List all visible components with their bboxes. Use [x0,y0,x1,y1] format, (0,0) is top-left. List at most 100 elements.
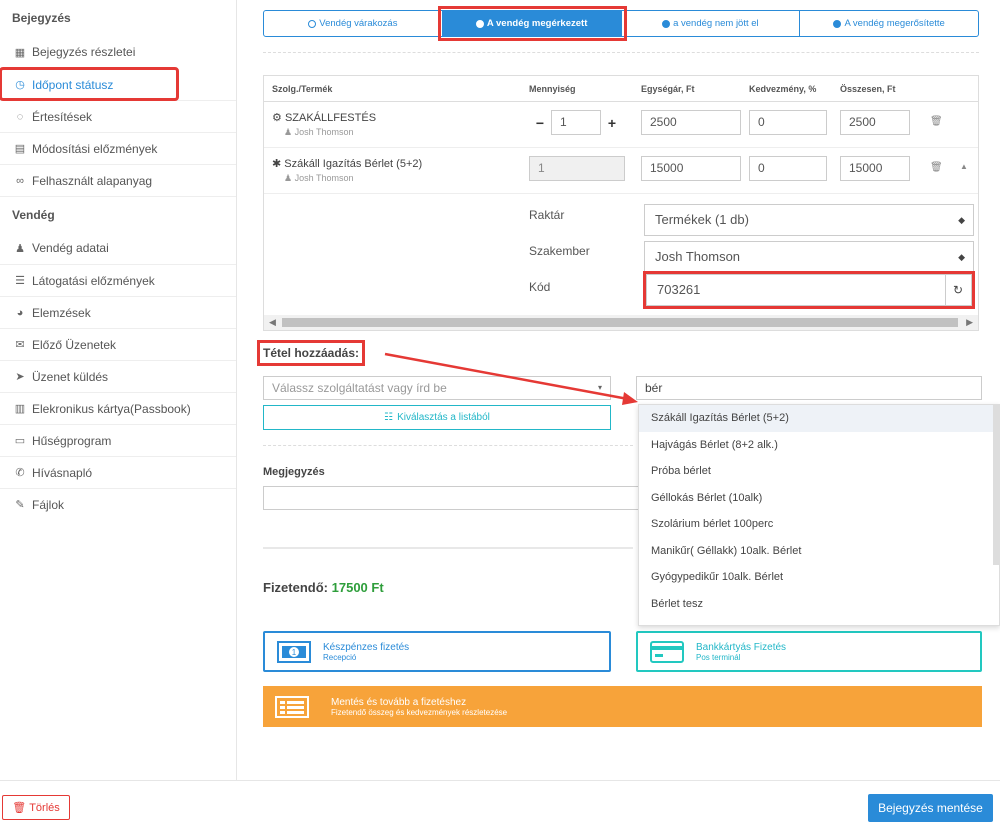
comments-icon: ◌ [16,110,24,123]
sidebar-item-notifications[interactable]: ◌ Értesítések [0,100,236,132]
file-icon: ▤ [14,143,26,155]
dropdown-option[interactable]: Próba bérlet [639,458,999,485]
quantity-input[interactable]: 1 [551,110,601,135]
specialist-label: Szakember [529,244,590,258]
col-total: Összesen, Ft [840,83,896,94]
dropdown-option[interactable]: Géllokás Bérlet (10alk) [639,485,999,512]
collapse-icon[interactable]: ▲ [960,162,968,171]
clock-icon [308,19,317,28]
dropdown-option[interactable]: Hajvágás Bérlet (8+2 alk.) [639,432,999,459]
sidebar-item-previous-messages[interactable]: ✉ Előző Üzenetek [0,328,236,360]
divider [263,547,633,549]
sidebar-item-appointment-status[interactable]: ◷ Időpont státusz [0,67,179,101]
divider [263,445,633,446]
envelope-icon: ✉ [15,339,25,351]
service-select[interactable]: Válassz szolgáltatást vagy írd be ▾ [263,376,611,400]
warehouse-label: Raktár [529,208,565,222]
credit-card-icon [650,640,684,663]
save-and-pay-button[interactable]: Mentés és tovább a fizetéshez Fizetendő … [263,686,982,727]
note-input[interactable] [263,486,643,510]
horizontal-scrollbar[interactable]: ◀ ▶ [264,315,978,330]
cash-title: Készpénzes fizetés [323,641,410,653]
total-input[interactable]: 2500 [840,110,910,135]
sidebar-item-label: Felhasznált alapanyag [32,173,153,188]
paperclip-icon: ✎ [15,499,25,511]
note-label: Megjegyzés [263,466,325,478]
save-entry-button[interactable]: Bejegyzés mentése [868,794,993,822]
delete-button[interactable]: 🗑 Törlés [2,795,70,820]
tab-guest-no-show[interactable]: a vendég nem jött el [622,11,801,36]
dropdown-scrollbar[interactable] [993,405,999,565]
sidebar-item-label: Módosítási előzmények [32,141,158,156]
sidebar-item-label: Időpont státusz [32,77,114,92]
select-from-list-button[interactable]: ☷ Kiválasztás a listából [263,405,611,430]
sort-icon: ◆ [958,215,965,225]
cash-subtitle: Recepció [323,652,357,662]
sidebar-item-passbook[interactable]: ▥ Elekronikus kártya(Passbook) [0,392,236,424]
sidebar-item-materials[interactable]: ∞ Felhasznált alapanyag [0,164,236,196]
unit-price-input[interactable]: 2500 [641,110,741,135]
quantity-input[interactable]: 1 [529,156,625,181]
calendar-icon: ▦ [14,46,26,59]
phone-icon: ✆ [15,467,25,479]
discount-input[interactable]: 0 [749,110,827,135]
warehouse-value: Termékek (1 db) [655,212,749,227]
main-content: Vendég várakozás A vendég megérkezett a … [238,0,1000,780]
sidebar-item-label: Fájlok [32,497,65,512]
svg-text:1: 1 [292,648,297,657]
trash-icon[interactable]: 🗑 [930,116,943,127]
trash-icon[interactable]: 🗑 [930,162,943,173]
sidebar-item-entry-details[interactable]: ▦ Bejegyzés részletei [0,36,236,68]
credit-card-icon: ▭ [14,435,26,447]
dropdown-option[interactable]: Bérlet tesz [639,591,999,618]
dropdown-option[interactable]: Gyógypedikűr 10alk. Bérlet [639,564,999,591]
sidebar-item-label: Vendég adatai [32,241,109,255]
tab-guest-arrived[interactable]: A vendég megérkezett [437,6,627,41]
sidebar-item-label: Hűségprogram [32,433,112,448]
sidebar-item-guest-data[interactable]: ♟ Vendég adatai [0,232,236,264]
decrease-button[interactable]: − [529,110,551,135]
sidebar-item-files[interactable]: ✎ Fájlok [0,488,236,520]
dropdown-option[interactable]: Szolárium bérlet 100perc [639,511,999,538]
scroll-right-icon[interactable]: ▶ [966,317,973,328]
status-tabs: Vendég várakozás A vendég megérkezett a … [263,6,979,41]
warehouse-select[interactable]: Termékek (1 db) ◆ [644,204,974,236]
sidebar-item-send-message[interactable]: ➤ Üzenet küldés [0,360,236,392]
code-input[interactable]: 703261 ↻ [643,271,975,309]
scroll-left-icon[interactable]: ◀ [269,317,276,328]
refresh-icon[interactable]: ↻ [945,275,971,305]
card-payment-button[interactable]: Bankkártyás Fizetés Pos terminál [636,631,982,672]
pie-icon: ◕ [16,306,24,319]
sidebar-item-loyalty[interactable]: ▭ Hűségprogram [0,424,236,456]
add-item-title: Tétel hozzáadás: [256,340,366,366]
clock-icon: ◷ [15,79,25,91]
sidebar-item-history[interactable]: ▤ Módosítási előzmények [0,132,236,164]
tab-label: A vendég megerősítette [844,18,945,29]
sidebar-item-visit-history[interactable]: ☰ Látogatási előzmények [0,264,236,296]
cash-payment-button[interactable]: 1 Készpénzes fizetés Recepció [263,631,611,672]
search-input[interactable]: bér [636,376,982,400]
card-title: Bankkártyás Fizetés [696,641,787,653]
tab-guest-confirmed[interactable]: A vendég megerősítette [800,11,978,36]
gear-icon: ⚙ [272,112,282,124]
specialist-select[interactable]: Josh Thomson ◆ [644,241,974,273]
minus-circle-icon [662,19,671,28]
total-input[interactable]: 15000 [840,156,910,181]
discount-input[interactable]: 0 [749,156,827,181]
sort-icon: ◆ [958,252,965,262]
sidebar-item-label: Előző Üzenetek [32,337,117,352]
sidebar: Bejegyzés ▦ Bejegyzés részletei ◷ Időpon… [0,0,237,780]
service-name: ⚙ SZAKÁLLFESTÉS [272,112,377,124]
tab-guest-waiting[interactable]: Vendég várakozás [264,11,443,36]
dropdown-option[interactable]: Manikűr( Géllakk) 10alk. Bérlet [639,538,999,565]
unit-price-input[interactable]: 15000 [641,156,741,181]
sidebar-item-label: Hívásnapló [32,465,93,480]
col-discount: Kedvezmény, % [749,83,817,94]
col-unit-price: Egységár, Ft [641,83,695,94]
dropdown-option[interactable]: Szákáll Igazítás Bérlet (5+2) [639,405,999,432]
card-subtitle: Pos terminál [696,652,741,662]
sidebar-item-analytics[interactable]: ◕ Elemzések [0,296,236,328]
sidebar-item-call-log[interactable]: ✆ Hívásnapló [0,456,236,488]
increase-button[interactable]: + [601,110,623,135]
scroll-thumb[interactable] [282,318,958,327]
